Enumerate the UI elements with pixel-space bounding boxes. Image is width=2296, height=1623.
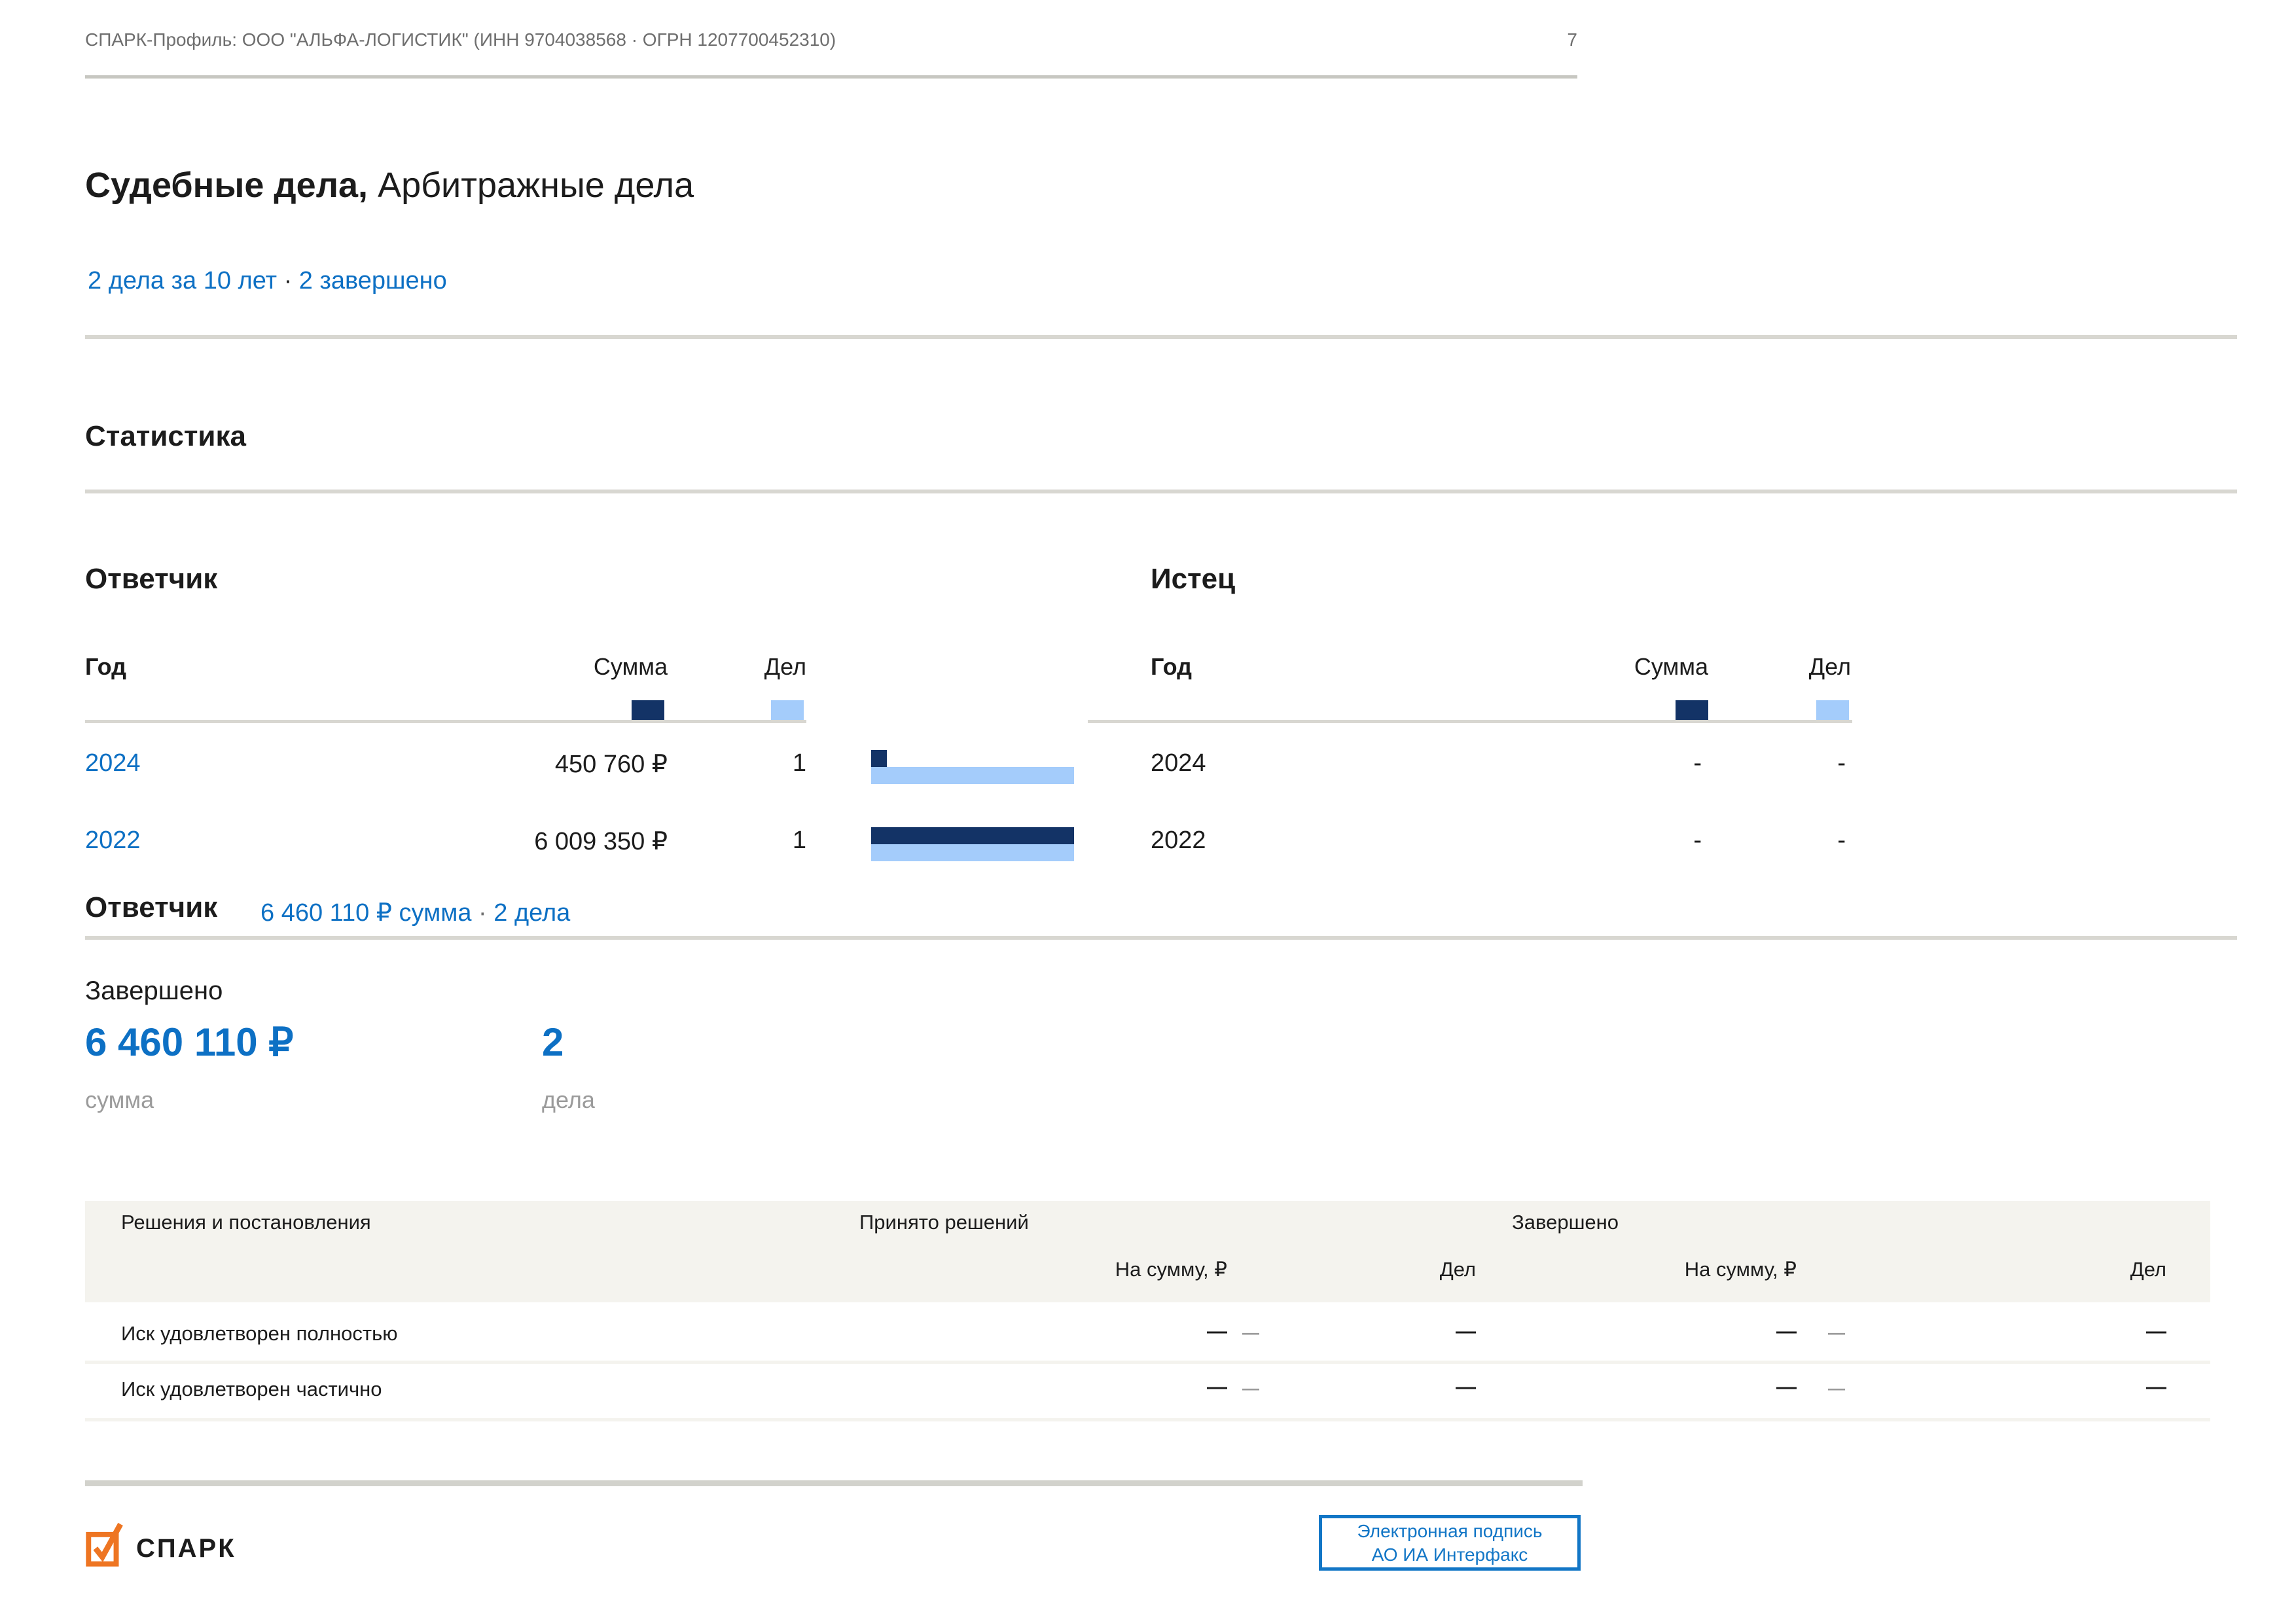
statistics-heading: Статистика bbox=[85, 420, 246, 453]
defendant-row-cases: 1 bbox=[793, 827, 806, 855]
cell-dash: — bbox=[2146, 1319, 2166, 1343]
links-dot-separator: · bbox=[284, 267, 293, 294]
decisions-row-label: Иск удовлетворен частично bbox=[121, 1378, 382, 1401]
divider-summary bbox=[85, 936, 2237, 940]
plaintiff-row-cases: - bbox=[1837, 827, 1846, 855]
cell-dash: — bbox=[1456, 1319, 1476, 1343]
plaintiff-col-year: Год bbox=[1151, 653, 1192, 681]
decisions-row-separator bbox=[85, 1361, 2210, 1364]
divider-top bbox=[85, 335, 2237, 339]
plaintiff-table-rule bbox=[1088, 720, 1852, 723]
defendant-summary-sum-link[interactable]: 6 460 110 ₽ сумма bbox=[260, 899, 471, 927]
defendant-summary-cases-link[interactable]: 2 дела bbox=[493, 899, 570, 927]
completed-sum-value: 6 460 110 ₽ bbox=[85, 1020, 293, 1065]
defendant-row-year-link[interactable]: 2022 bbox=[85, 827, 141, 855]
page-title-primary: Судебные дела, bbox=[85, 166, 368, 205]
decisions-header-band bbox=[85, 1201, 2210, 1302]
electronic-signature-stamp: Электронная подпись АО ИА Интерфакс bbox=[1319, 1515, 1581, 1571]
plaintiff-row-sum: - bbox=[1693, 827, 1702, 855]
decisions-col-cases-completed: Дел bbox=[2130, 1258, 2166, 1281]
signature-line1: Электронная подпись bbox=[1357, 1520, 1543, 1543]
defendant-col-year: Год bbox=[85, 653, 126, 681]
defendant-row-year-link[interactable]: 2024 bbox=[85, 749, 141, 777]
cell-dash-secondary: — bbox=[1242, 1378, 1259, 1399]
footer-rule bbox=[85, 1480, 1583, 1486]
finished-cases-link[interactable]: 2 завершено bbox=[299, 267, 447, 294]
decisions-col-cases-decided: Дел bbox=[1440, 1258, 1476, 1281]
spark-logo bbox=[85, 1520, 128, 1575]
defendant-row-sum: 6 009 350 ₽ bbox=[534, 827, 668, 856]
plaintiff-cases-legend-swatch bbox=[1816, 700, 1849, 720]
cell-dash: — bbox=[1776, 1375, 1797, 1399]
bar-2022-sum bbox=[871, 827, 1074, 844]
defendant-col-cases: Дел bbox=[764, 653, 806, 681]
defendant-summary-heading: Ответчик bbox=[85, 891, 217, 924]
divider-statistics bbox=[85, 490, 2237, 493]
defendant-row-sum: 450 760 ₽ bbox=[555, 749, 668, 779]
decisions-group-completed: Завершено bbox=[1512, 1211, 1619, 1234]
defendant-table-rule bbox=[85, 720, 806, 723]
defendant-sum-legend-swatch bbox=[632, 700, 664, 720]
cell-dash-secondary: — bbox=[1242, 1323, 1259, 1343]
signature-line2: АО ИА Интерфакс bbox=[1372, 1543, 1528, 1567]
decisions-col-sum-completed: На сумму, ₽ bbox=[1685, 1258, 1797, 1281]
cell-dash: — bbox=[1456, 1375, 1476, 1399]
plaintiff-row-year: 2024 bbox=[1151, 749, 1206, 777]
plaintiff-sum-legend-swatch bbox=[1676, 700, 1708, 720]
defendant-cases-legend-swatch bbox=[771, 700, 804, 720]
completed-label: Завершено bbox=[85, 976, 223, 1006]
cell-dash: — bbox=[2146, 1375, 2166, 1399]
plaintiff-row-cases: - bbox=[1837, 749, 1846, 777]
plaintiff-row-sum: - bbox=[1693, 749, 1702, 777]
completed-sum-caption: сумма bbox=[85, 1086, 154, 1114]
page-header-profile-line: СПАРК-Профиль: ООО "АЛЬФА-ЛОГИСТИК" (ИНН… bbox=[85, 29, 836, 50]
decisions-row-label: Иск удовлетворен полностью bbox=[121, 1322, 397, 1346]
defendant-row-cases: 1 bbox=[793, 749, 806, 777]
spark-brand-text: СПАРК bbox=[136, 1534, 236, 1563]
decisions-col-sum-decided: На сумму, ₽ bbox=[1115, 1258, 1227, 1281]
page-number: 7 bbox=[1567, 29, 1577, 50]
bar-2022-cases bbox=[871, 844, 1074, 861]
cell-dash: — bbox=[1776, 1319, 1797, 1343]
completed-cases-value: 2 bbox=[542, 1020, 564, 1065]
plaintiff-col-sum: Сумма bbox=[1634, 653, 1708, 681]
page-title-secondary: Арбитражные дела bbox=[378, 166, 694, 205]
cell-dash-secondary: — bbox=[1828, 1378, 1845, 1399]
cell-dash: — bbox=[1207, 1319, 1227, 1343]
plaintiff-row-year: 2022 bbox=[1151, 827, 1206, 855]
completed-cases-caption: дела bbox=[542, 1086, 595, 1114]
page-title: Судебные дела, Арбитражные дела bbox=[85, 165, 694, 205]
bar-2024-cases bbox=[871, 767, 1074, 784]
defendant-col-sum: Сумма bbox=[594, 653, 668, 681]
decisions-row-separator bbox=[85, 1418, 2210, 1421]
defendant-summary-dot: · bbox=[478, 899, 487, 927]
defendant-heading: Ответчик bbox=[85, 563, 217, 596]
total-cases-link[interactable]: 2 дела за 10 лет bbox=[88, 267, 277, 294]
plaintiff-col-cases: Дел bbox=[1809, 653, 1851, 681]
plaintiff-heading: Истец bbox=[1151, 563, 1235, 596]
cases-summary-links: 2 дела за 10 лет · 2 завершено bbox=[88, 267, 447, 295]
header-rule bbox=[85, 75, 1577, 79]
bar-2024-sum bbox=[871, 750, 887, 767]
decisions-group-decided: Принято решений bbox=[859, 1211, 1029, 1234]
spark-check-icon bbox=[85, 1520, 128, 1572]
cell-dash: — bbox=[1207, 1375, 1227, 1399]
decisions-col-label: Решения и постановления bbox=[121, 1211, 371, 1234]
defendant-summary-links: 6 460 110 ₽ сумма · 2 дела bbox=[260, 898, 570, 927]
cell-dash-secondary: — bbox=[1828, 1323, 1845, 1343]
